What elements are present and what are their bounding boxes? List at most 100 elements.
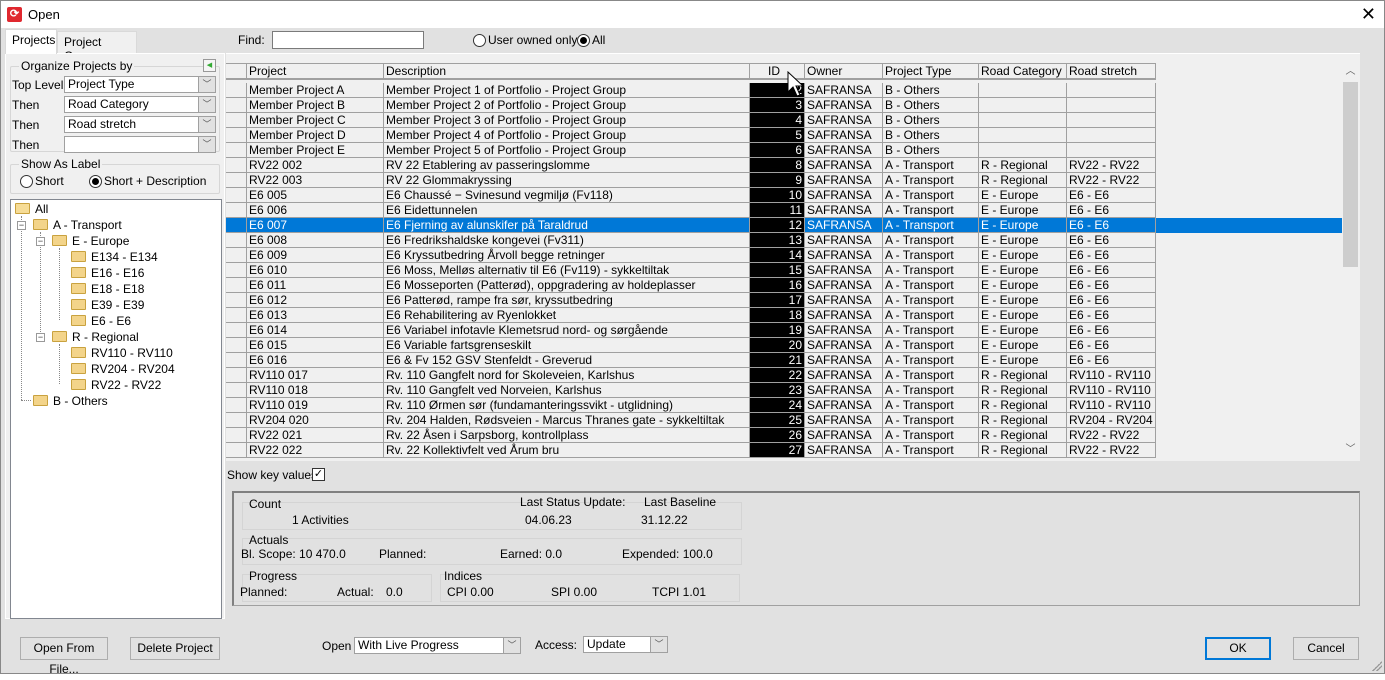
- table-row[interactable]: RV22 022 Rv. 22 Kollektivfelt ved Årum br…: [226, 443, 1156, 458]
- tree-node-e18[interactable]: E18 - E18: [71, 281, 144, 297]
- row-header-cell[interactable]: [226, 383, 247, 398]
- row-header-cell[interactable]: [226, 323, 247, 338]
- row-header-cell[interactable]: [226, 443, 247, 458]
- scrollbar-thumb[interactable]: [1343, 82, 1358, 267]
- then-select-3[interactable]: ﹀: [64, 136, 216, 153]
- table-row[interactable]: E6 011 E6 Mosseporten (Patterød), oppgrad…: [226, 278, 1156, 293]
- table-row[interactable]: E6 005 E6 Chaussé − Svinesund vegmiljø (F…: [226, 188, 1156, 203]
- export-icon[interactable]: ◀: [203, 59, 216, 72]
- ok-button[interactable]: OK: [1205, 637, 1271, 660]
- project-tree[interactable]: All − A - Transport − E - Europe E134 - …: [10, 199, 222, 619]
- column-header-project-type[interactable]: Project Type: [883, 63, 979, 80]
- row-header-cell[interactable]: [226, 428, 247, 443]
- row-header-cell[interactable]: [226, 293, 247, 308]
- row-header-cell[interactable]: [226, 263, 247, 278]
- tree-node-all[interactable]: All: [15, 201, 48, 217]
- tree-node-e6[interactable]: E6 - E6: [71, 313, 131, 329]
- tree-node-e39[interactable]: E39 - E39: [71, 297, 144, 313]
- table-row[interactable]: E6 007 E6 Fjerning av alunskifer på Taral…: [226, 218, 1343, 233]
- table-row[interactable]: RV22 003 RV 22 Glommakryssing 9 SAFRANSA A -…: [226, 173, 1156, 188]
- tree-node-regional[interactable]: R - Regional: [52, 329, 139, 345]
- cancel-button[interactable]: Cancel: [1293, 637, 1359, 660]
- row-header-cell[interactable]: [226, 128, 247, 143]
- tree-node-rv110[interactable]: RV110 - RV110: [71, 345, 173, 361]
- column-header-owner[interactable]: Owner: [805, 63, 883, 80]
- row-header-cell[interactable]: [226, 233, 247, 248]
- table-row[interactable]: RV22 021 Rv. 22 Åsen i Sarpsborg, kontrol…: [226, 428, 1156, 443]
- tree-node-europe[interactable]: E - Europe: [52, 233, 129, 249]
- table-row[interactable]: Member Project C Member Project 3 of Port…: [226, 113, 1156, 128]
- column-header-row-header[interactable]: [226, 63, 247, 80]
- row-header-cell[interactable]: [226, 188, 247, 203]
- row-header-cell[interactable]: [226, 158, 247, 173]
- table-row[interactable]: RV22 002 RV 22 Etablering av passeringslo…: [226, 158, 1156, 173]
- row-header-cell[interactable]: [226, 173, 247, 188]
- tab-project-groups[interactable]: Project Groups: [57, 31, 137, 63]
- open-mode-select[interactable]: With Live Progress ﹀: [354, 637, 521, 654]
- collapse-icon[interactable]: −: [36, 333, 45, 342]
- tree-node-e134[interactable]: E134 - E134: [71, 249, 158, 265]
- column-header-road-category[interactable]: Road Category: [979, 63, 1067, 80]
- row-header-cell[interactable]: [226, 278, 247, 293]
- table-row[interactable]: RV204 020 Rv. 204 Halden, Rødsveien - Mar…: [226, 413, 1156, 428]
- table-row[interactable]: E6 014 E6 Variabel infotavle Klemetsrud n…: [226, 323, 1156, 338]
- tab-projects[interactable]: Projects: [5, 29, 57, 54]
- cell-description: Rv. 110 Gangfelt nord for Skoleveien, Ka…: [384, 368, 750, 383]
- table-row[interactable]: RV110 017 Rv. 110 Gangfelt nord for Skole…: [226, 368, 1156, 383]
- tree-node-e16[interactable]: E16 - E16: [71, 265, 144, 281]
- close-button[interactable]: ✕: [1361, 5, 1376, 23]
- table-row[interactable]: E6 015 E6 Variable fartsgrenseskilt 20 SAFR…: [226, 338, 1156, 353]
- row-header-cell[interactable]: [226, 338, 247, 353]
- table-row[interactable]: E6 010 E6 Moss, Melløs alternativ til E6 …: [226, 263, 1156, 278]
- show-key-values-checkbox[interactable]: ✓: [312, 468, 325, 481]
- tree-node-transport[interactable]: A - Transport: [33, 217, 122, 233]
- table-row[interactable]: RV110 019 Rv. 110 Ørmen sør (fundamanteri…: [226, 398, 1156, 413]
- column-header-road-stretch[interactable]: Road stretch: [1067, 63, 1156, 80]
- find-input[interactable]: [272, 31, 424, 49]
- radio-short[interactable]: Short: [20, 174, 64, 189]
- open-from-file-button[interactable]: Open From File...: [20, 637, 108, 676]
- row-header-cell[interactable]: [226, 353, 247, 368]
- table-row[interactable]: Member Project D Member Project 4 of Port…: [226, 128, 1156, 143]
- then-select-1[interactable]: Road Category ﹀: [64, 96, 216, 113]
- row-header-cell[interactable]: [226, 308, 247, 323]
- row-header-cell[interactable]: [226, 248, 247, 263]
- row-header-cell[interactable]: [226, 203, 247, 218]
- table-row[interactable]: E6 008 E6 Fredrikshaldske kongevei (Fv311…: [226, 233, 1156, 248]
- table-row[interactable]: E6 016 E6 & Fv 152 GSV Stenfeldt - Grever…: [226, 353, 1156, 368]
- delete-project-button[interactable]: Delete Project: [130, 637, 220, 660]
- row-header-cell[interactable]: [226, 413, 247, 428]
- tree-node-rv22[interactable]: RV22 - RV22: [71, 377, 161, 393]
- radio-short-description[interactable]: Short + Description: [89, 174, 206, 189]
- scroll-up-icon[interactable]: ︿: [1342, 63, 1359, 80]
- collapse-icon[interactable]: −: [17, 221, 26, 230]
- row-header-cell[interactable]: [226, 83, 247, 98]
- tree-node-rv204[interactable]: RV204 - RV204: [71, 361, 175, 377]
- table-row[interactable]: Member Project E Member Project 5 of Port…: [226, 143, 1156, 158]
- table-row[interactable]: E6 006 E6 Eidettunnelen 11 SAFRANSA A - Tran…: [226, 203, 1156, 218]
- row-header-cell[interactable]: [226, 143, 247, 158]
- table-row[interactable]: E6 009 E6 Kryssutbedring Årvoll begge ret…: [226, 248, 1156, 263]
- scroll-down-icon[interactable]: ﹀: [1342, 441, 1359, 458]
- row-header-cell[interactable]: [226, 218, 247, 233]
- column-header-project[interactable]: Project: [247, 63, 384, 80]
- tree-node-others[interactable]: B - Others: [33, 393, 108, 409]
- table-row[interactable]: Member Project B Member Project 2 of Port…: [226, 98, 1156, 113]
- access-select[interactable]: Update ﹀: [583, 636, 668, 653]
- row-header-cell[interactable]: [226, 113, 247, 128]
- vertical-scrollbar[interactable]: ︿ ﹀: [1342, 63, 1359, 458]
- table-row[interactable]: E6 013 E6 Rehabilitering av Ryenlokket 18 S…: [226, 308, 1156, 323]
- row-header-cell[interactable]: [226, 398, 247, 413]
- column-header-description[interactable]: Description: [384, 63, 750, 80]
- row-header-cell[interactable]: [226, 98, 247, 113]
- radio-user-owned[interactable]: User owned only: [473, 33, 577, 48]
- resize-grip-icon[interactable]: [1372, 661, 1382, 671]
- top-level-select[interactable]: Project Type ﹀: [64, 76, 216, 93]
- then-select-2[interactable]: Road stretch ﹀: [64, 116, 216, 133]
- table-row[interactable]: Member Project A Member Project 1 of Port…: [226, 83, 1156, 98]
- table-row[interactable]: RV110 018 Rv. 110 Gangfelt ved Norveien, …: [226, 383, 1156, 398]
- collapse-icon[interactable]: −: [36, 237, 45, 246]
- radio-all[interactable]: All: [577, 33, 605, 48]
- row-header-cell[interactable]: [226, 368, 247, 383]
- table-row[interactable]: E6 012 E6 Patterød, rampe fra sør, kryssu…: [226, 293, 1156, 308]
